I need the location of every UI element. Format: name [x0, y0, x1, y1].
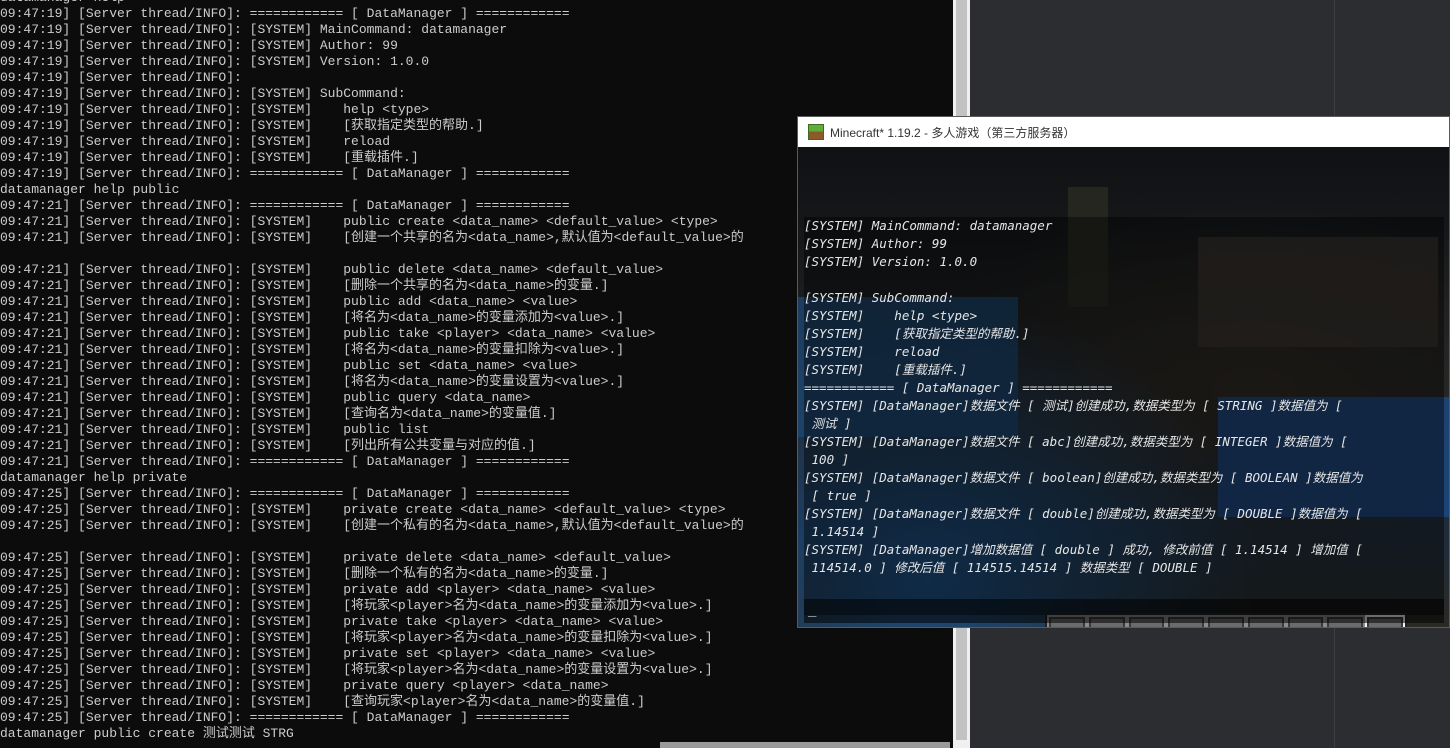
console-line: 09:47:21] [Server thread/INFO]: [SYSTEM]… [0, 214, 718, 229]
console-line: 09:47:21] [Server thread/INFO]: [SYSTEM]… [0, 342, 625, 357]
console-line: 09:47:21] [Server thread/INFO]: [SYSTEM]… [0, 326, 656, 341]
console-line: 09:47:25] [Server thread/INFO]: ========… [0, 710, 570, 725]
console-line: 09:47:19] [Server thread/INFO]: [SYSTEM]… [0, 134, 391, 149]
chat-line: ============ [ DataManager ] ===========… [804, 380, 1113, 395]
console-line: 09:47:25] [Server thread/INFO]: [SYSTEM]… [0, 566, 609, 581]
minecraft-titlebar[interactable]: Minecraft* 1.19.2 - 多人游戏（第三方服务器） [798, 117, 1449, 147]
console-line: 09:47:19] [Server thread/INFO]: [SYSTEM]… [0, 102, 430, 117]
console-line: 09:47:19] [Server thread/INFO]: ========… [0, 6, 570, 21]
console-line: 09:47:21] [Server thread/INFO]: [SYSTEM]… [0, 262, 664, 277]
chat-line: 1.14514 ] [804, 524, 880, 539]
chat-line: 100 ] [804, 452, 850, 467]
console-line: 09:47:25] [Server thread/INFO]: [SYSTEM]… [0, 550, 671, 565]
chat-line: [SYSTEM] Version: 1.0.0 [804, 254, 978, 269]
console-output: datamanager help09:47:19] [Server thread… [0, 0, 744, 742]
console-line: 09:47:21] [Server thread/INFO]: ========… [0, 198, 570, 213]
chat-line: [ true ] [804, 488, 872, 503]
chat-line: [SYSTEM] MainCommand: datamanager [804, 218, 1053, 233]
console-horizontal-scrollbar[interactable] [660, 742, 950, 748]
console-line: 09:47:21] [Server thread/INFO]: [SYSTEM]… [0, 406, 557, 421]
console-line: 09:47:19] [Server thread/INFO]: [0, 70, 242, 85]
console-line: 09:47:19] [Server thread/INFO]: [SYSTEM]… [0, 118, 484, 133]
console-line: 09:47:25] [Server thread/INFO]: [SYSTEM]… [0, 614, 664, 629]
console-line: 09:47:25] [Server thread/INFO]: ========… [0, 486, 570, 501]
minecraft-grass-block-icon [808, 124, 824, 140]
chat-line: [SYSTEM] [DataManager]增加数据值 [ double ] 成… [804, 542, 1363, 557]
console-line: 09:47:21] [Server thread/INFO]: [SYSTEM]… [0, 230, 744, 245]
console-line: 09:47:19] [Server thread/INFO]: [SYSTEM]… [0, 22, 508, 37]
chat-line: [SYSTEM] [DataManager]数据文件 [ boolean]创建成… [804, 470, 1363, 485]
console-line: 09:47:19] [Server thread/INFO]: [SYSTEM]… [0, 86, 406, 101]
console-line: 09:47:25] [Server thread/INFO]: [SYSTEM]… [0, 518, 744, 533]
console-line: 09:47:21] [Server thread/INFO]: [SYSTEM]… [0, 278, 609, 293]
chat-input-caret: _ [808, 601, 817, 617]
chat-line: 测试 ] [804, 416, 852, 431]
console-line: 09:47:25] [Server thread/INFO]: [SYSTEM]… [0, 630, 713, 645]
console-line: 09:47:21] [Server thread/INFO]: [SYSTEM]… [0, 390, 531, 405]
console-line: 09:47:21] [Server thread/INFO]: [SYSTEM]… [0, 310, 625, 325]
minecraft-chat-panel: [SYSTEM] MainCommand: datamanager [SYSTEM… [804, 217, 1444, 615]
chat-line [804, 271, 1444, 289]
console-line: 09:47:19] [Server thread/INFO]: [SYSTEM]… [0, 150, 419, 165]
chat-line: [SYSTEM] Author: 99 [804, 236, 947, 251]
chat-line: [SYSTEM] SubCommand: [804, 290, 955, 305]
console-line: 09:47:19] [Server thread/INFO]: ========… [0, 166, 570, 181]
console-line: 09:47:25] [Server thread/INFO]: [SYSTEM]… [0, 582, 656, 597]
chat-line: [SYSTEM] [重载插件.] [804, 362, 967, 377]
console-line: 09:47:21] [Server thread/INFO]: [SYSTEM]… [0, 438, 536, 453]
chat-line: [SYSTEM] [DataManager]数据文件 [ double]创建成功… [804, 506, 1363, 521]
console-line: 09:47:21] [Server thread/INFO]: [SYSTEM]… [0, 358, 578, 373]
console-line: 09:47:25] [Server thread/INFO]: [SYSTEM]… [0, 678, 609, 693]
console-line: 09:47:25] [Server thread/INFO]: [SYSTEM]… [0, 694, 645, 709]
chat-line: [SYSTEM] [获取指定类型的帮助.] [804, 326, 1030, 341]
console-line: 09:47:19] [Server thread/INFO]: [SYSTEM]… [0, 38, 398, 53]
console-line: datamanager help private [0, 470, 188, 485]
minecraft-window-title: Minecraft* 1.19.2 - 多人游戏（第三方服务器） [830, 125, 1076, 140]
chat-line: 114514.0 ] 修改后值 [ 114515.14514 ] 数据类型 [ … [804, 560, 1213, 575]
console-line: 09:47:21] [Server thread/INFO]: ========… [0, 454, 570, 469]
console-line: 09:47:19] [Server thread/INFO]: [SYSTEM]… [0, 54, 430, 69]
console-line: 09:47:21] [Server thread/INFO]: [SYSTEM]… [0, 294, 578, 309]
console-line: datamanager help public [0, 182, 180, 197]
minecraft-game-scene[interactable]: [SYSTEM] MainCommand: datamanager [SYSTEM… [798, 147, 1449, 627]
chat-line: [SYSTEM] [DataManager]数据文件 [ abc]创建成功,数据… [804, 434, 1348, 449]
console-line: 09:47:21] [Server thread/INFO]: [SYSTEM]… [0, 374, 625, 389]
console-line: 09:47:21] [Server thread/INFO]: [SYSTEM]… [0, 422, 430, 437]
minecraft-chat-input[interactable]: _ [804, 599, 1444, 623]
chat-line: [SYSTEM] [DataManager]数据文件 [ 测试]创建成功,数据类… [804, 398, 1343, 413]
console-line: 09:47:25] [Server thread/INFO]: [SYSTEM]… [0, 662, 713, 677]
chat-line: [SYSTEM] help <type> [804, 308, 978, 323]
console-line: 09:47:25] [Server thread/INFO]: [SYSTEM]… [0, 502, 726, 517]
console-line: 09:47:25] [Server thread/INFO]: [SYSTEM]… [0, 646, 656, 661]
chat-line: [SYSTEM] reload [804, 344, 940, 359]
minecraft-window[interactable]: Minecraft* 1.19.2 - 多人游戏（第三方服务器） [SYSTEM… [797, 116, 1450, 628]
console-line: datamanager public create 测试测试 STRG [0, 726, 294, 741]
console-line: 09:47:25] [Server thread/INFO]: [SYSTEM]… [0, 598, 713, 613]
